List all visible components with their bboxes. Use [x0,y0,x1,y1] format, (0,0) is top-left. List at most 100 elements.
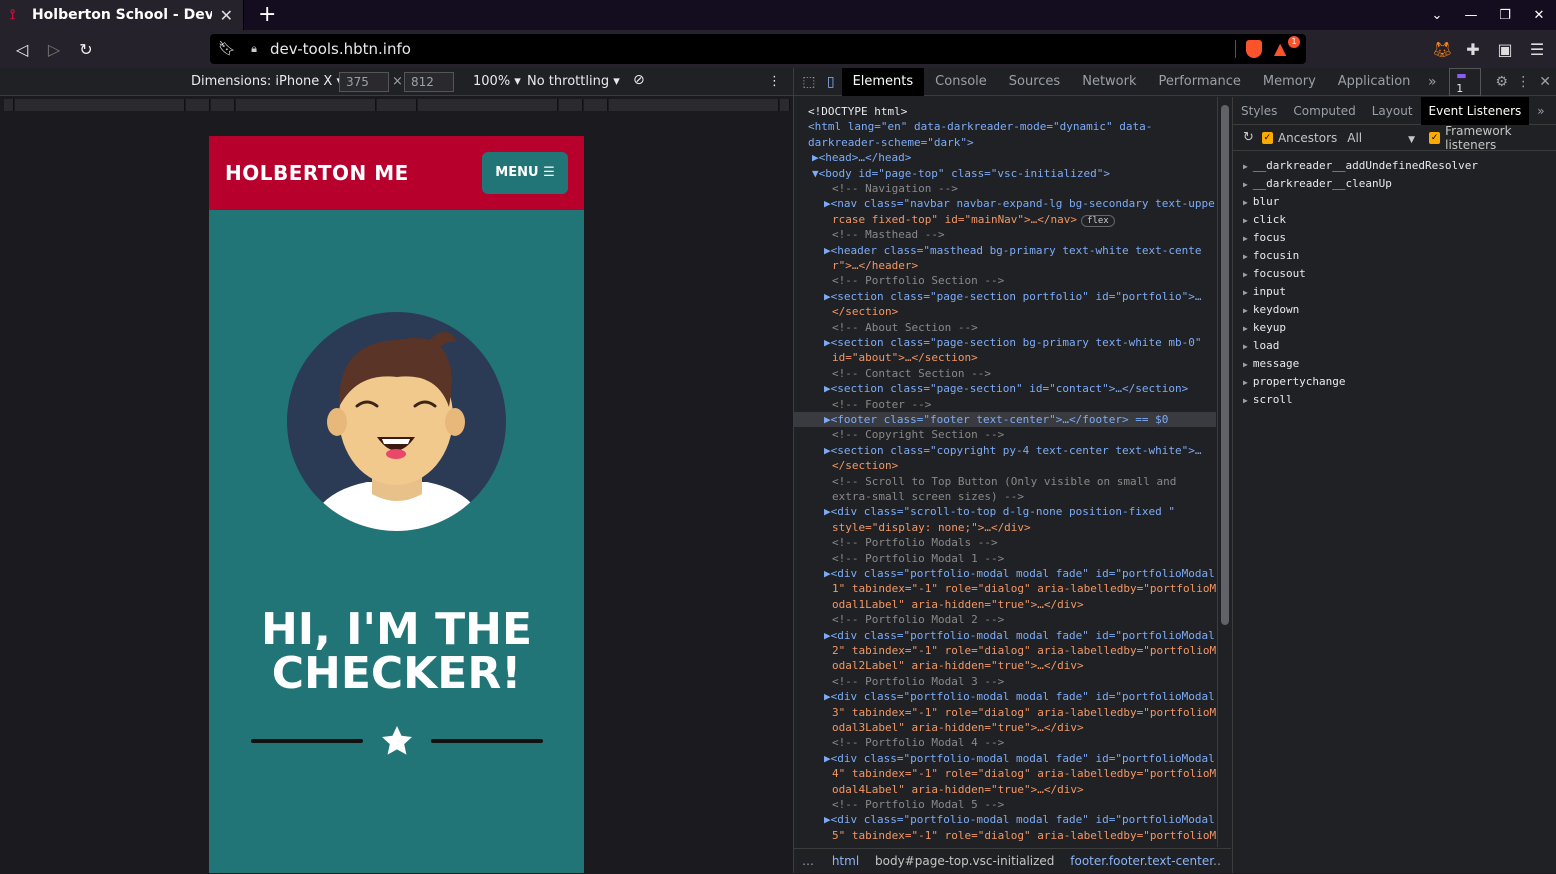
dom-comment[interactable]: <!-- About Section --> [794,320,1216,335]
media-query-bar[interactable] [4,99,14,111]
breadcrumb-footer[interactable]: footer.footer.text-center [1070,854,1214,868]
media-query-bar[interactable] [418,99,558,111]
event-listener-item[interactable]: ▶ propertychange [1233,373,1556,391]
zoom-select[interactable]: 100% ▾ [473,74,521,89]
breadcrumb-overflow-icon[interactable]: … [802,854,814,868]
dom-comment[interactable]: <!-- Portfolio Modal 4 --> [794,735,1216,750]
media-query-bar[interactable] [186,99,210,111]
dom-node[interactable]: odal3Label" aria-hidden="true">…</div> [794,720,1216,735]
expand-triangle-icon[interactable]: ▶ [1243,198,1248,207]
more-sidebar-tabs-icon[interactable]: » [1529,97,1552,125]
breadcrumb-html[interactable]: html [832,854,859,868]
devtools-menu-icon[interactable]: ⋮ [1512,74,1534,90]
event-listener-item[interactable]: ▶ scroll [1233,391,1556,409]
dom-node[interactable]: odal4Label" aria-hidden="true">…</div> [794,782,1216,797]
dom-node[interactable]: id="about">…</section> [794,350,1216,365]
more-tabs-icon[interactable]: » [1421,74,1443,90]
expand-triangle-icon[interactable]: ▶ [1243,360,1248,369]
dom-comment[interactable]: <!-- Portfolio Modal 2 --> [794,612,1216,627]
expand-triangle-icon[interactable]: ▶ [1243,216,1248,225]
dom-node[interactable]: </section> [794,458,1216,473]
extensions-puzzle-icon[interactable]: ✚ [1464,40,1482,59]
tab-application[interactable]: Application [1327,68,1422,96]
site-brand[interactable]: HOLBERTON ME [225,161,409,185]
lock-icon[interactable]: 🔒︎ [244,42,264,56]
framework-listeners-checkbox[interactable]: ✓ [1429,131,1441,144]
tab-styles[interactable]: Styles [1233,97,1285,125]
dom-comment[interactable]: <!-- Portfolio Modal 3 --> [794,674,1216,689]
expand-triangle-icon[interactable]: ▶ [1243,306,1248,315]
throttling-select[interactable]: No throttling ▾ [527,74,620,89]
dom-node[interactable]: ▶<div class="portfolio-modal modal fade"… [794,566,1216,581]
dom-node[interactable]: ▼<body id="page-top" class="vsc-initiali… [794,166,1216,181]
brave-rewards-icon[interactable]: ▲ 1 [1274,36,1300,58]
media-query-bar[interactable] [780,99,790,111]
breadcrumb-body[interactable]: body#page-top.vsc-initialized [875,854,1054,868]
close-tab-icon[interactable]: ✕ [220,6,233,25]
event-listener-item[interactable]: ▶ click [1233,211,1556,229]
dom-node[interactable]: style="display: none;">…</div> [794,520,1216,535]
dom-node[interactable]: ▶<header class="masthead bg-primary text… [794,243,1216,258]
dom-node[interactable]: ▶<section class="copyright py-4 text-cen… [794,443,1216,458]
dom-node[interactable]: r">…</header> [794,258,1216,273]
expand-triangle-icon[interactable]: ▶ [1243,342,1248,351]
dom-comment[interactable]: <!-- Scroll to Top Button (Only visible … [794,474,1216,489]
restore-icon[interactable]: ❐ [1488,8,1522,23]
expand-triangle-icon[interactable]: ▶ [1243,324,1248,333]
event-listener-item[interactable]: ▶ __darkreader__addUndefinedResolver [1233,157,1556,175]
media-query-bar[interactable] [236,99,376,111]
menu-button[interactable]: MENU ☰ [482,152,568,194]
dom-node[interactable]: 4" tabindex="-1" role="dialog" aria-labe… [794,766,1216,781]
expand-triangle-icon[interactable]: ▶ [1243,252,1248,261]
dom-comment[interactable]: <!-- Masthead --> [794,227,1216,242]
media-query-bar[interactable] [211,99,235,111]
dom-node[interactable]: ▶<div class="portfolio-modal modal fade"… [794,628,1216,643]
event-listener-item[interactable]: ▶ keydown [1233,301,1556,319]
event-listener-item[interactable]: ▶ blur [1233,193,1556,211]
event-listener-item[interactable]: ▶ __darkreader__cleanUp [1233,175,1556,193]
wallet-icon[interactable]: ▣ [1496,40,1514,59]
tab-console[interactable]: Console [924,68,998,96]
dom-node[interactable]: </section> [794,304,1216,319]
dom-comment[interactable]: <!-- Contact Section --> [794,366,1216,381]
settings-gear-icon[interactable]: ⚙ [1491,74,1513,90]
breadcrumb-more-icon[interactable]: … [1209,849,1221,874]
dom-comment[interactable]: <!-- Portfolio Modal 1 --> [794,551,1216,566]
dom-comment[interactable]: <!-- Navigation --> [794,181,1216,196]
tab-network[interactable]: Network [1071,68,1147,96]
bookmark-icon[interactable]: 🔖︎ [210,41,244,57]
media-query-bar[interactable] [377,99,417,111]
expand-triangle-icon[interactable]: ▶ [1243,396,1248,405]
address-field[interactable]: 🔖︎ 🔒︎ dev-tools.hbtn.info ▲ 1 [210,34,1306,64]
dom-node-selected[interactable]: ▶<footer class="footer text-center">…</f… [794,412,1216,427]
dom-comment[interactable]: <!-- Portfolio Section --> [794,273,1216,288]
expand-triangle-icon[interactable]: ▶ [1243,234,1248,243]
width-input[interactable] [339,72,389,92]
expand-triangle-icon[interactable]: ▶ [1243,378,1248,387]
dom-node[interactable]: ▶<div class="scroll-to-top d-lg-none pos… [794,504,1216,519]
expand-triangle-icon[interactable]: ▶ [1243,180,1248,189]
tab-search-chevron-icon[interactable]: ⌄ [1420,8,1454,23]
event-listener-item[interactable]: ▶ focusin [1233,247,1556,265]
dom-node[interactable]: 1" tabindex="-1" role="dialog" aria-labe… [794,581,1216,596]
dom-node[interactable]: ▶<div class="portfolio-modal modal fade"… [794,812,1216,827]
expand-triangle-icon[interactable]: ▶ [1243,270,1248,279]
event-listener-item[interactable]: ▶ load [1233,337,1556,355]
tab-layout[interactable]: Layout [1364,97,1421,125]
issues-counter[interactable]: ▬ 1 [1449,67,1481,96]
dom-node[interactable]: 3" tabindex="-1" role="dialog" aria-labe… [794,705,1216,720]
dom-node[interactable]: <!DOCTYPE html> [794,104,1216,119]
tab-computed[interactable]: Computed [1285,97,1363,125]
dom-node[interactable]: ▶<div class="portfolio-modal modal fade"… [794,751,1216,766]
media-query-bar[interactable] [15,99,185,111]
back-icon[interactable]: ◁ [6,40,38,59]
dom-node[interactable]: ▶<div class="portfolio-modal modal fade"… [794,689,1216,704]
forward-icon[interactable]: ▷ [38,40,70,59]
dom-node[interactable]: odal2Label" aria-hidden="true">…</div> [794,658,1216,673]
rotate-icon[interactable]: ⊘ [633,72,645,88]
scrollbar-thumb[interactable] [1221,105,1229,625]
device-select[interactable]: Dimensions: iPhone X ▾ [191,74,343,89]
browser-tab[interactable]: ⟟ Holberton School - Develo ✕ [0,0,244,30]
tab-memory[interactable]: Memory [1252,68,1327,96]
event-listener-item[interactable]: ▶ input [1233,283,1556,301]
